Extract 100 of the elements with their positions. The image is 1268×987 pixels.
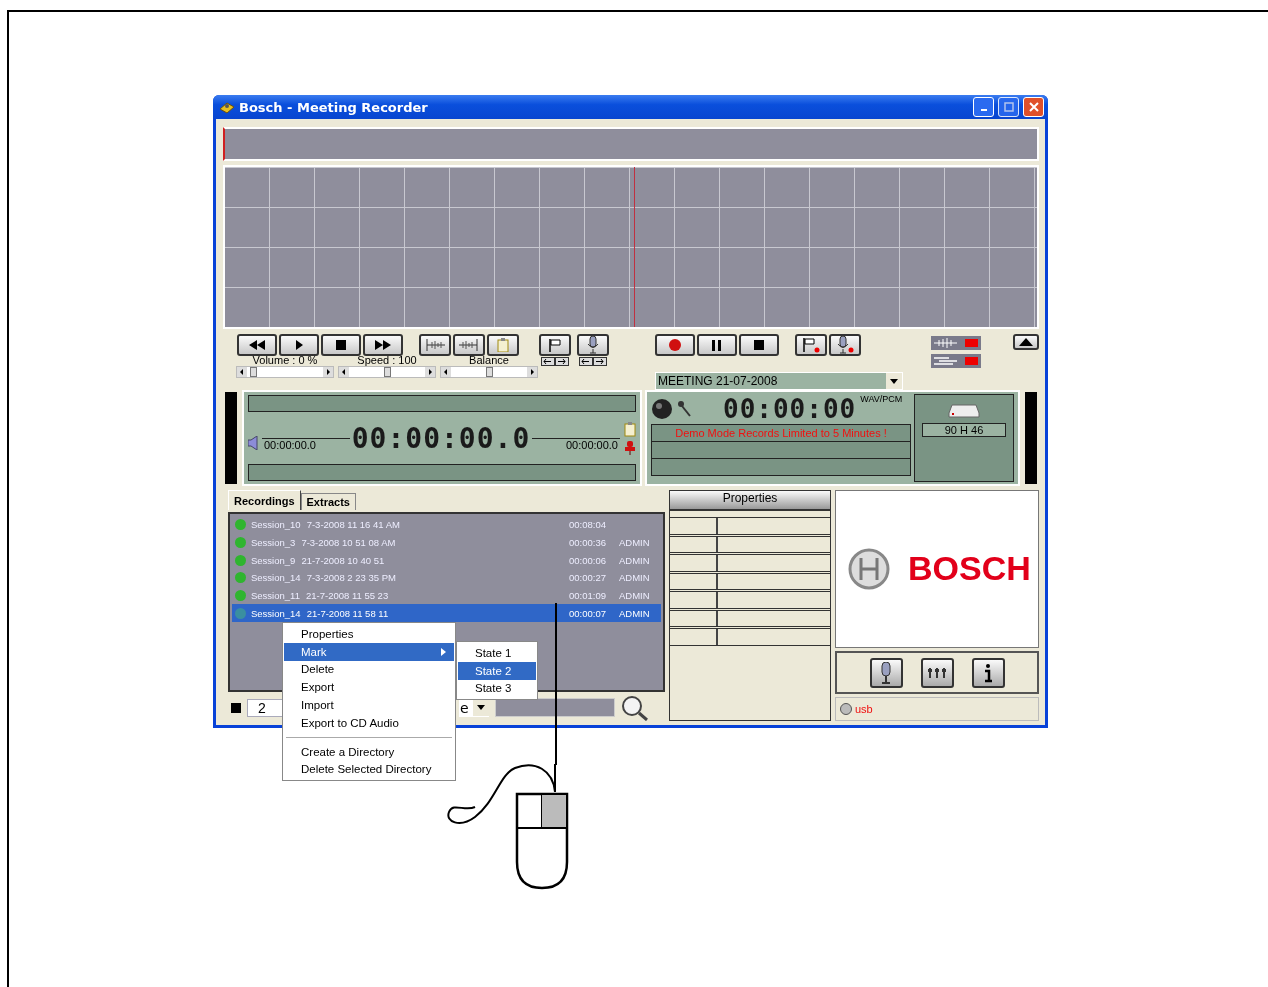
meeting-dropdown[interactable]: MEETING 21-07-2008 (655, 372, 903, 390)
scroll-right-icon[interactable] (323, 367, 333, 377)
fast-forward-button[interactable] (363, 334, 403, 356)
recording-date: 21-7-2008 11 58 11 (306, 607, 390, 619)
recording-duration: 00:01:09 (569, 590, 607, 602)
pause-button[interactable] (697, 334, 737, 356)
recording-name: Session_9 (251, 554, 296, 566)
microphone-icon (879, 661, 893, 684)
recording-user: ADMIN (619, 537, 650, 549)
flag-button[interactable] (539, 334, 571, 356)
logo-emblem-icon (848, 547, 890, 590)
recording-date: 7-3-2008 11 16 41 AM (306, 519, 401, 531)
mark-start-button[interactable] (419, 334, 451, 356)
play-button[interactable] (279, 334, 319, 356)
slider-thumb[interactable] (250, 367, 258, 377)
tab[interactable]: Recordings (228, 490, 301, 510)
microphone-icon (836, 336, 854, 354)
menu-item[interactable]: Create a Directory (284, 742, 454, 761)
menu-item[interactable]: Import (284, 696, 454, 714)
search-icon[interactable] (621, 694, 649, 721)
microphone-button[interactable] (869, 657, 903, 688)
app-icon (219, 100, 235, 114)
hard-drive-icon (948, 403, 980, 419)
end-time: 00:00:00.0 (564, 439, 620, 451)
stop-icon (754, 340, 764, 350)
menu-item[interactable]: Export (284, 678, 454, 697)
close-icon (1028, 102, 1039, 112)
tab[interactable]: Extracts (300, 493, 356, 510)
rewind-button[interactable] (237, 334, 277, 356)
menu-item[interactable]: Delete (284, 660, 454, 679)
waveform-toggle[interactable] (931, 336, 981, 350)
slider-label: Balance (469, 354, 509, 366)
slider-thumb[interactable] (383, 367, 391, 377)
close-button[interactable] (1023, 97, 1044, 117)
microphone-button[interactable] (829, 334, 861, 356)
stop-button[interactable] (739, 334, 779, 356)
scroll-left-icon[interactable] (441, 367, 451, 377)
mixer-button[interactable] (920, 657, 954, 688)
mark-end-button[interactable] (453, 334, 485, 356)
recording-date: 7-3-2008 2 23 35 PM (306, 572, 397, 584)
slider-label: Volume : 0 % (252, 354, 318, 366)
recording-name: Session_10 (251, 519, 301, 531)
menu-item[interactable]: Properties (284, 625, 454, 643)
slider-thumb[interactable] (485, 367, 493, 377)
start-time: 00:00:00.0 (262, 439, 318, 451)
record-icon (668, 338, 682, 352)
rewind-icon (248, 340, 266, 350)
maximize-button[interactable] (998, 97, 1019, 117)
flag-button[interactable] (795, 334, 827, 356)
arrow-buttons[interactable] (579, 357, 607, 366)
slider-label: Speed : 100 (357, 354, 417, 366)
scroll-right-icon[interactable] (425, 367, 435, 377)
recording-duration: 00:00:06 (569, 554, 607, 566)
menu-item[interactable]: Mark (284, 642, 454, 661)
waveform-icon (458, 339, 480, 351)
recording-name: Session_14 (251, 607, 301, 619)
menu-item[interactable]: Delete Selected Directory (284, 760, 454, 779)
clipboard-button[interactable] (487, 334, 519, 356)
scroll-left-icon[interactable] (237, 367, 247, 377)
menu-item[interactable]: Export to CD Audio (284, 714, 454, 732)
recording-duration: 00:00:07 (569, 607, 607, 619)
format-label: WAV/PCM (860, 394, 903, 404)
recording-duration: 00:00:36 (569, 537, 607, 549)
arrow-buttons[interactable] (541, 357, 569, 366)
recording-name: Session_3 (251, 537, 296, 549)
search-field[interactable] (495, 698, 615, 718)
waveform-icon (424, 339, 446, 351)
caret-icon (477, 705, 485, 711)
usb-indicator (840, 703, 852, 716)
microphone-button[interactable] (577, 334, 609, 356)
stop-button[interactable] (321, 334, 361, 356)
scroll-right-icon[interactable] (527, 367, 537, 377)
usb-label: usb (855, 703, 873, 716)
menu-item[interactable]: State 1 (458, 644, 536, 662)
collapse-button[interactable] (1013, 334, 1039, 350)
record-knob-icon (651, 398, 673, 420)
play-icon (294, 340, 304, 350)
stop-icon (336, 340, 346, 350)
recording-name: Session_14 (251, 572, 301, 584)
tracks-toggle[interactable] (931, 354, 981, 368)
number-field[interactable]: 2 (247, 698, 285, 717)
info-button[interactable] (971, 657, 1005, 688)
recording-counter: 00:00:00 (723, 394, 857, 424)
flag-icon (548, 338, 562, 352)
menu-item[interactable]: State 2 (458, 661, 536, 680)
maximize-icon (1003, 102, 1014, 112)
info-icon (983, 662, 993, 683)
recording-name: Session_11 (251, 590, 300, 602)
recording-row[interactable]: Session_14 21-7-2008 11 58 11 00:00:07 ADMIN (232, 604, 661, 623)
pin-icon (625, 440, 635, 455)
properties-header: Properties (670, 491, 830, 511)
minimize-button[interactable] (973, 97, 994, 117)
pause-icon (712, 339, 722, 351)
scroll-left-icon[interactable] (339, 367, 349, 377)
caret-icon (890, 378, 898, 384)
record-button[interactable] (655, 334, 695, 356)
flag-icon (802, 337, 820, 353)
microphone-icon (586, 336, 600, 354)
recording-user: ADMIN (619, 554, 650, 566)
menu-item[interactable]: State 3 (458, 679, 536, 698)
